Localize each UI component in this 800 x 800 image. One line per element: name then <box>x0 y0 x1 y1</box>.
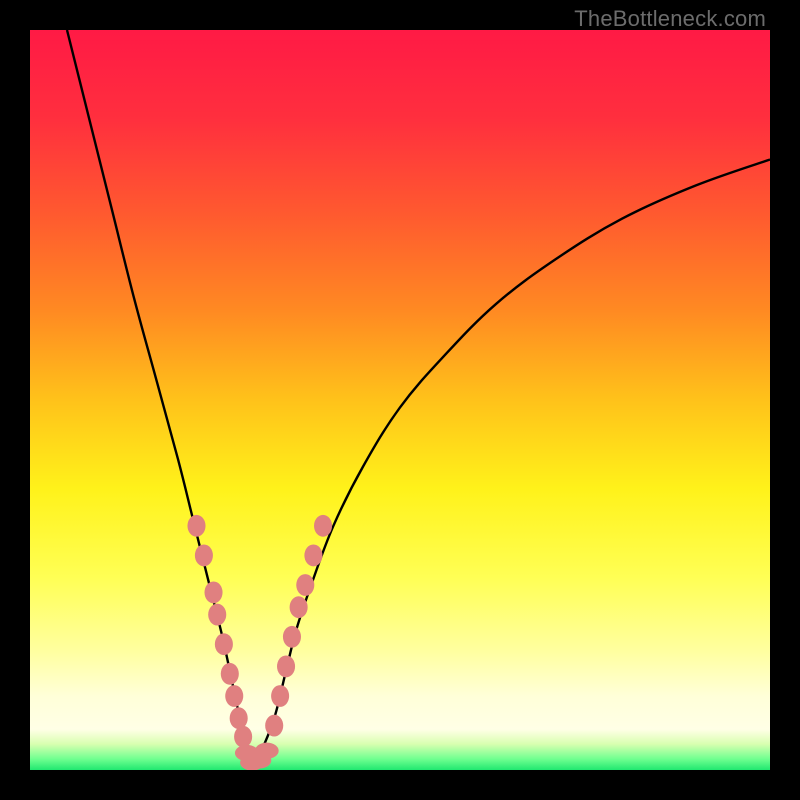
bottleneck-curve <box>67 30 770 767</box>
marker-dot <box>296 574 314 596</box>
chart-frame: TheBottleneck.com <box>0 0 800 800</box>
marker-dot <box>255 743 279 759</box>
marker-dot <box>195 544 213 566</box>
plot-area <box>30 30 770 770</box>
marker-dot <box>225 685 243 707</box>
marker-dot <box>283 626 301 648</box>
curve-markers <box>187 515 332 770</box>
marker-dot <box>304 544 322 566</box>
watermark-text: TheBottleneck.com <box>574 6 766 32</box>
marker-dot <box>187 515 205 537</box>
marker-dot <box>230 707 248 729</box>
chart-overlay <box>30 30 770 770</box>
marker-dot <box>277 655 295 677</box>
marker-dot <box>221 663 239 685</box>
marker-dot <box>271 685 289 707</box>
marker-dot <box>265 715 283 737</box>
marker-dot <box>234 726 252 748</box>
marker-dot <box>290 596 308 618</box>
marker-dot <box>314 515 332 537</box>
marker-dot <box>208 604 226 626</box>
marker-dot <box>204 581 222 603</box>
marker-dot <box>215 633 233 655</box>
